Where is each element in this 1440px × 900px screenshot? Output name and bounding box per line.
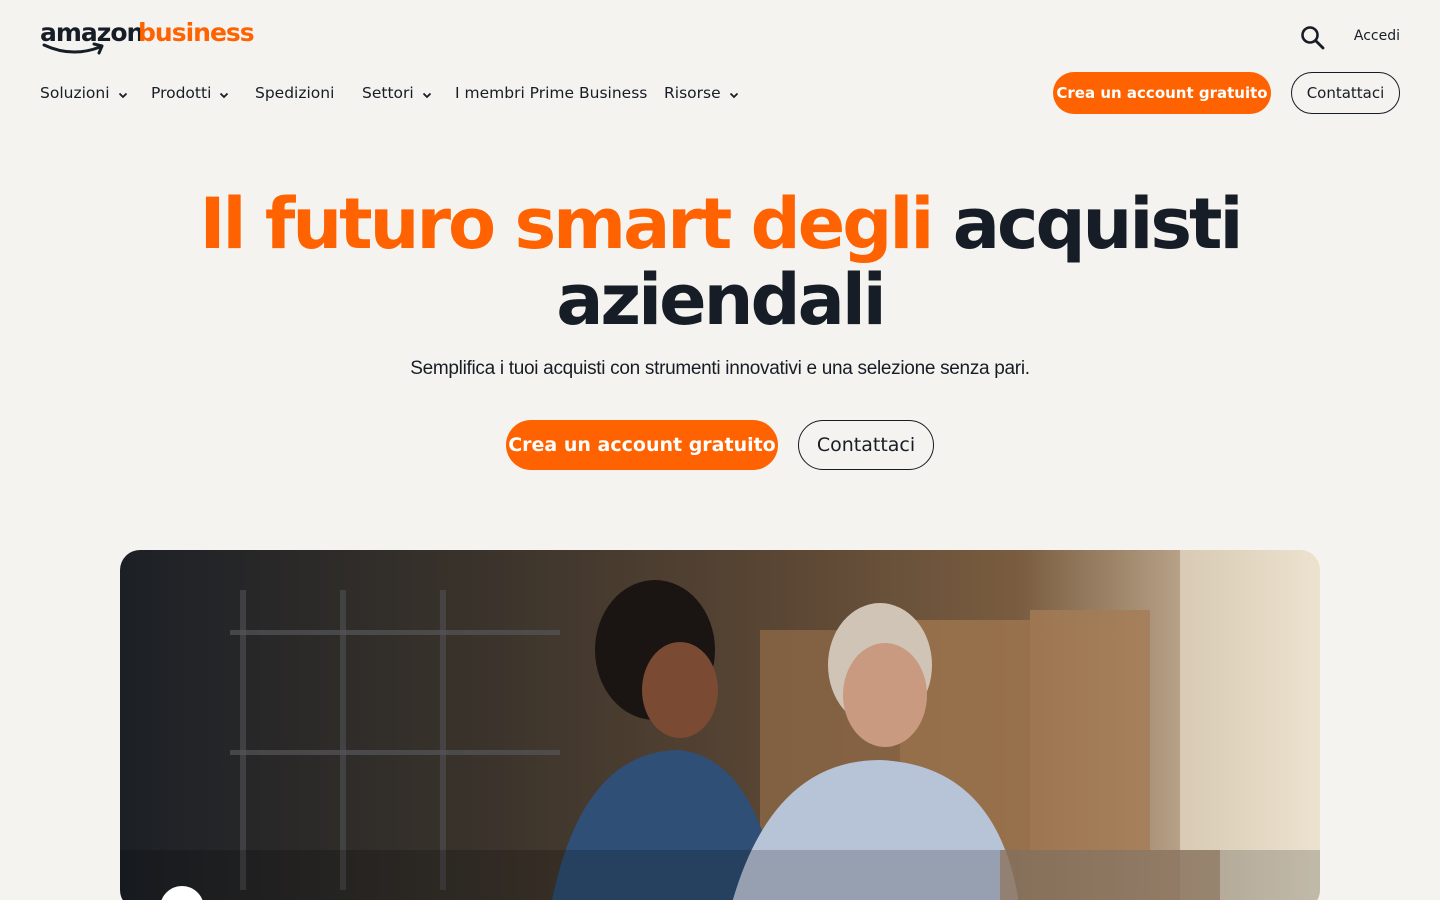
chevron-down-icon bbox=[422, 92, 431, 99]
nav-item-spedizioni[interactable]: Spedizioni bbox=[255, 84, 334, 102]
play-button[interactable] bbox=[160, 886, 204, 900]
nav-item-risorse[interactable]: Risorse bbox=[664, 84, 739, 102]
logo-word-business: business bbox=[138, 18, 255, 47]
nav-item-label: I membri Prime Business bbox=[455, 84, 648, 102]
header-create-account-button[interactable]: Crea un account gratuito bbox=[1053, 72, 1271, 114]
hero-title-part-1: acquisti bbox=[952, 183, 1244, 265]
nav-item-soluzioni[interactable]: Soluzioni bbox=[40, 84, 128, 102]
header-contact-button[interactable]: Contattaci bbox=[1291, 72, 1400, 114]
hero-create-account-button[interactable]: Crea un account gratuito bbox=[506, 420, 778, 470]
hero-subtitle: Semplifica i tuoi acquisti con strumenti… bbox=[410, 358, 1030, 379]
amazon-business-logo[interactable]: amazon business bbox=[40, 14, 255, 58]
hero-photo-illustration bbox=[120, 550, 1320, 900]
signin-link[interactable]: Accedi bbox=[1354, 28, 1400, 44]
nav-item-prime-business[interactable]: I membri Prime Business bbox=[455, 84, 647, 102]
chevron-down-icon bbox=[220, 92, 229, 99]
search-icon[interactable] bbox=[1300, 25, 1326, 51]
hero-image bbox=[120, 550, 1320, 900]
nav-item-label: Soluzioni bbox=[40, 84, 110, 102]
nav-item-label: Settori bbox=[362, 84, 414, 102]
hero-title: Il futuro smart degli acquisti aziendali bbox=[0, 186, 1440, 338]
nav-item-label: Risorse bbox=[664, 84, 721, 102]
hero-title-part-2: aziendali bbox=[556, 259, 887, 341]
logo-smile-icon bbox=[42, 42, 104, 55]
nav-item-label: Prodotti bbox=[151, 84, 212, 102]
chevron-down-icon bbox=[729, 92, 738, 99]
play-icon bbox=[160, 886, 204, 900]
chevron-down-icon bbox=[118, 92, 127, 99]
nav-item-prodotti[interactable]: Prodotti bbox=[151, 84, 229, 102]
nav-item-settori[interactable]: Settori bbox=[362, 84, 432, 102]
nav-item-label: Spedizioni bbox=[255, 84, 335, 102]
hero-title-highlight: Il futuro smart degli bbox=[199, 183, 934, 265]
hero-contact-button[interactable]: Contattaci bbox=[798, 420, 934, 470]
